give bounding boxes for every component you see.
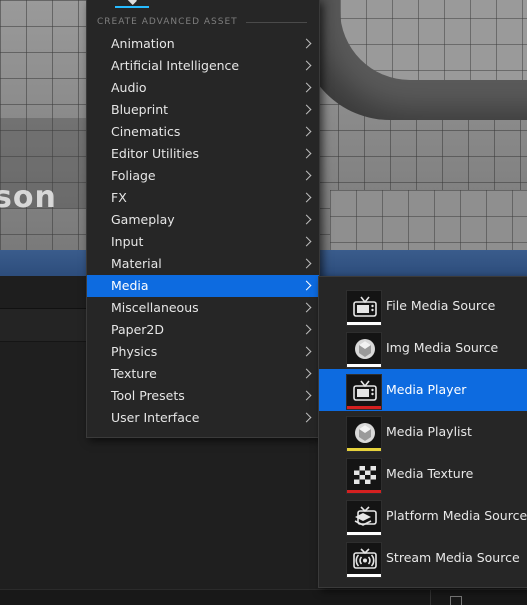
media-submenu: File Media Source Img Media Source Media P… — [318, 276, 527, 588]
status-divider — [430, 590, 431, 605]
submenu-item-label: Platform Media Source — [386, 508, 527, 523]
menu-item-gameplay[interactable]: Gameplay — [87, 209, 319, 231]
asset-thumbnail — [346, 290, 382, 326]
submenu-item-label: Media Player — [386, 382, 467, 397]
chevron-right-icon — [301, 170, 312, 181]
menu-item-animation[interactable]: Animation — [87, 33, 319, 55]
menu-item-physics[interactable]: Physics — [87, 341, 319, 363]
menu-item-label: Editor Utilities — [111, 146, 200, 161]
submenu-item-media-playlist[interactable]: Media Playlist — [319, 411, 527, 453]
menu-item-audio[interactable]: Audio — [87, 77, 319, 99]
chevron-right-icon — [301, 126, 312, 137]
chevron-right-icon — [301, 38, 312, 49]
chevron-right-icon — [301, 324, 312, 335]
chevron-right-icon — [301, 148, 312, 159]
submenu-item-label: File Media Source — [386, 298, 496, 313]
asset-thumbnail — [346, 500, 382, 536]
asset-type-color-bar — [347, 406, 381, 409]
submenu-item-label: Img Media Source — [386, 340, 499, 355]
menu-item-foliage[interactable]: Foliage — [87, 165, 319, 187]
submenu-item-stream-media-source[interactable]: Stream Media Source — [319, 537, 527, 579]
menu-item-label: Material — [111, 256, 162, 271]
status-bar — [0, 589, 527, 605]
asset-type-color-bar — [347, 574, 381, 577]
submenu-item-media-player[interactable]: Media Player — [319, 369, 527, 411]
menu-item-label: Blueprint — [111, 102, 169, 117]
menu-item-label: Foliage — [111, 168, 156, 183]
chevron-right-icon — [301, 236, 312, 247]
section-header: CREATE ADVANCED ASSET — [97, 15, 307, 29]
chevron-right-icon — [301, 412, 312, 423]
submenu-item-label: Media Playlist — [386, 424, 472, 439]
chevron-right-icon — [301, 302, 312, 313]
chevron-right-icon — [301, 82, 312, 93]
menu-item-texture[interactable]: Texture — [87, 363, 319, 385]
menu-item-label: Tool Presets — [111, 388, 185, 403]
asset-type-color-bar — [347, 532, 381, 535]
menu-item-list: Animation Artificial Intelligence Audio Blu… — [87, 33, 319, 429]
menu-item-media[interactable]: Media — [87, 275, 319, 297]
menu-item-label: Physics — [111, 344, 158, 359]
menu-item-cinematics[interactable]: Cinematics — [87, 121, 319, 143]
chevron-right-icon — [301, 192, 312, 203]
menu-item-label: Audio — [111, 80, 147, 95]
chevron-right-icon — [301, 390, 312, 401]
asset-thumbnail — [346, 374, 382, 410]
menu-item-label: User Interface — [111, 410, 200, 425]
section-divider — [245, 21, 307, 23]
asset-type-color-bar — [347, 322, 381, 325]
chevron-right-icon — [301, 280, 312, 291]
chevron-right-icon — [301, 104, 312, 115]
menu-item-material[interactable]: Material — [87, 253, 319, 275]
menu-item-label: Media — [111, 278, 149, 293]
asset-thumbnail — [346, 542, 382, 578]
chevron-right-icon — [301, 368, 312, 379]
chevron-right-icon — [301, 60, 312, 71]
menu-item-blueprint[interactable]: Blueprint — [87, 99, 319, 121]
chevron-right-icon — [301, 346, 312, 357]
menu-item-label: Cinematics — [111, 124, 181, 139]
submenu-item-platform-media-source[interactable]: Platform Media Source — [319, 495, 527, 537]
menu-item-label: Artificial Intelligence — [111, 58, 240, 73]
asset-thumbnail — [346, 458, 382, 494]
chevron-right-icon — [301, 214, 312, 225]
menu-item-paper2d[interactable]: Paper2D — [87, 319, 319, 341]
menu-item-tool-presets[interactable]: Tool Presets — [87, 385, 319, 407]
menu-item-input[interactable]: Input — [87, 231, 319, 253]
menu-item-label: Gameplay — [111, 212, 175, 227]
floor-block — [330, 190, 527, 250]
submenu-item-img-media-source[interactable]: Img Media Source — [319, 327, 527, 369]
menu-tab-accent — [115, 0, 149, 8]
menu-item-editor-utilities[interactable]: Editor Utilities — [87, 143, 319, 165]
menu-item-miscellaneous[interactable]: Miscellaneous — [87, 297, 319, 319]
asset-type-color-bar — [347, 448, 381, 451]
asset-type-color-bar — [347, 490, 381, 493]
submenu-item-file-media-source[interactable]: File Media Source — [319, 285, 527, 327]
menu-item-fx[interactable]: FX — [87, 187, 319, 209]
menu-item-user-interface[interactable]: User Interface — [87, 407, 319, 429]
asset-thumbnail — [346, 332, 382, 368]
menu-item-label: Texture — [111, 366, 157, 381]
submenu-item-media-texture[interactable]: Media Texture — [319, 453, 527, 495]
asset-thumbnail — [346, 416, 382, 452]
asset-type-color-bar — [347, 364, 381, 367]
menu-item-label: Input — [111, 234, 144, 249]
create-asset-menu: CREATE ADVANCED ASSET Animation Artificia… — [86, 0, 320, 438]
menu-item-label: Animation — [111, 36, 175, 51]
submenu-item-label: Stream Media Source — [386, 550, 520, 565]
section-header-label: CREATE ADVANCED ASSET — [97, 17, 238, 27]
menu-item-label: FX — [111, 190, 127, 205]
viewport-watermark-text: son — [0, 180, 57, 215]
chevron-right-icon — [301, 258, 312, 269]
menu-item-label: Paper2D — [111, 322, 164, 337]
menu-item-artificial-intelligence[interactable]: Artificial Intelligence — [87, 55, 319, 77]
menu-item-label: Miscellaneous — [111, 300, 199, 315]
submenu-item-label: Media Texture — [386, 466, 474, 481]
